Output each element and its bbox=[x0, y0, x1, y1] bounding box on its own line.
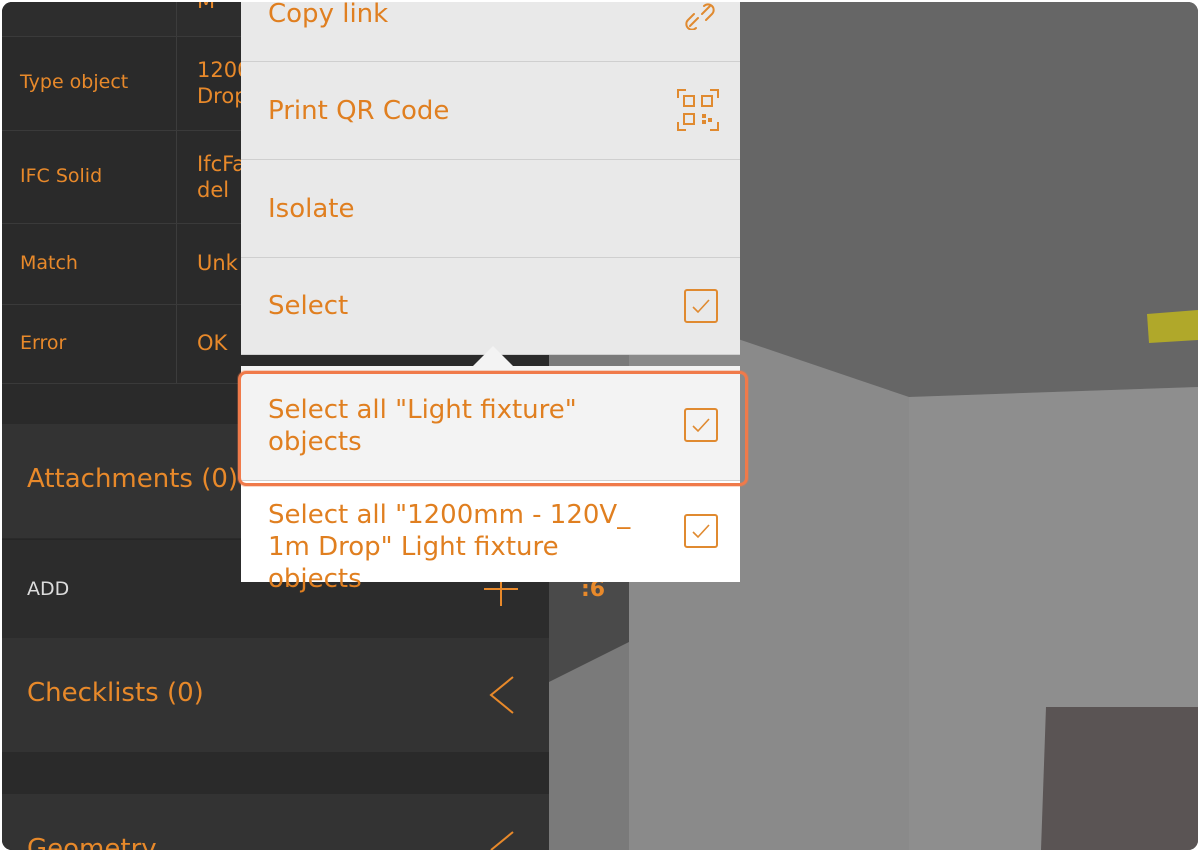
menu-item-label: Copy link bbox=[268, 2, 389, 29]
property-key: IFC Solid bbox=[20, 165, 103, 187]
menu-item-label: Select bbox=[268, 291, 349, 321]
checklists-section-header[interactable]: Checklists (0) bbox=[2, 638, 549, 752]
chevron-left-icon[interactable] bbox=[487, 830, 517, 850]
column-divider bbox=[176, 131, 177, 223]
column-divider bbox=[176, 224, 177, 304]
attachments-title: Attachments (0) bbox=[27, 464, 239, 494]
menu-item-print-qr[interactable]: Print QR Code bbox=[241, 62, 740, 160]
link-icon bbox=[685, 3, 715, 30]
property-value: OK bbox=[197, 331, 228, 355]
column-divider bbox=[176, 305, 177, 383]
property-value: IfcFa del bbox=[197, 152, 246, 202]
menu-item-label: Select all "1200mm - 120V_ 1m Drop" Ligh… bbox=[268, 500, 631, 594]
checkbox-icon[interactable] bbox=[684, 514, 718, 548]
geometry-title: Geometry bbox=[27, 834, 157, 850]
menu-item-label: Print QR Code bbox=[268, 96, 450, 126]
app-frame: :6 M Type object 1200 Drop IFC Solid Ifc… bbox=[2, 2, 1198, 850]
menu-item-select[interactable]: Select bbox=[241, 258, 740, 355]
menu-item-isolate[interactable]: Isolate bbox=[241, 160, 740, 258]
qr-code-icon bbox=[677, 89, 719, 131]
property-value: M bbox=[197, 2, 215, 14]
add-label: ADD bbox=[27, 578, 70, 600]
menu-caret bbox=[473, 346, 513, 366]
property-key: Type object bbox=[20, 71, 129, 93]
checklists-title: Checklists (0) bbox=[27, 678, 204, 708]
property-key: Match bbox=[20, 252, 78, 274]
menu-item-copy-link[interactable]: Copy link bbox=[241, 2, 740, 62]
menu-item-select-all-named[interactable]: Select all "1200mm - 120V_ 1m Drop" Ligh… bbox=[241, 481, 740, 594]
property-value: Unk bbox=[197, 251, 238, 275]
chevron-left-icon[interactable] bbox=[487, 675, 517, 715]
menu-item-label: Isolate bbox=[268, 194, 355, 224]
highlight-outline bbox=[238, 371, 748, 486]
context-menu: Copy link Print QR Code Isolate Select S… bbox=[241, 2, 740, 594]
column-divider bbox=[176, 37, 177, 130]
column-divider bbox=[176, 2, 177, 36]
property-key: Error bbox=[20, 332, 67, 354]
geometry-section-header[interactable]: Geometry bbox=[2, 794, 549, 850]
checkbox-icon[interactable] bbox=[684, 289, 718, 323]
